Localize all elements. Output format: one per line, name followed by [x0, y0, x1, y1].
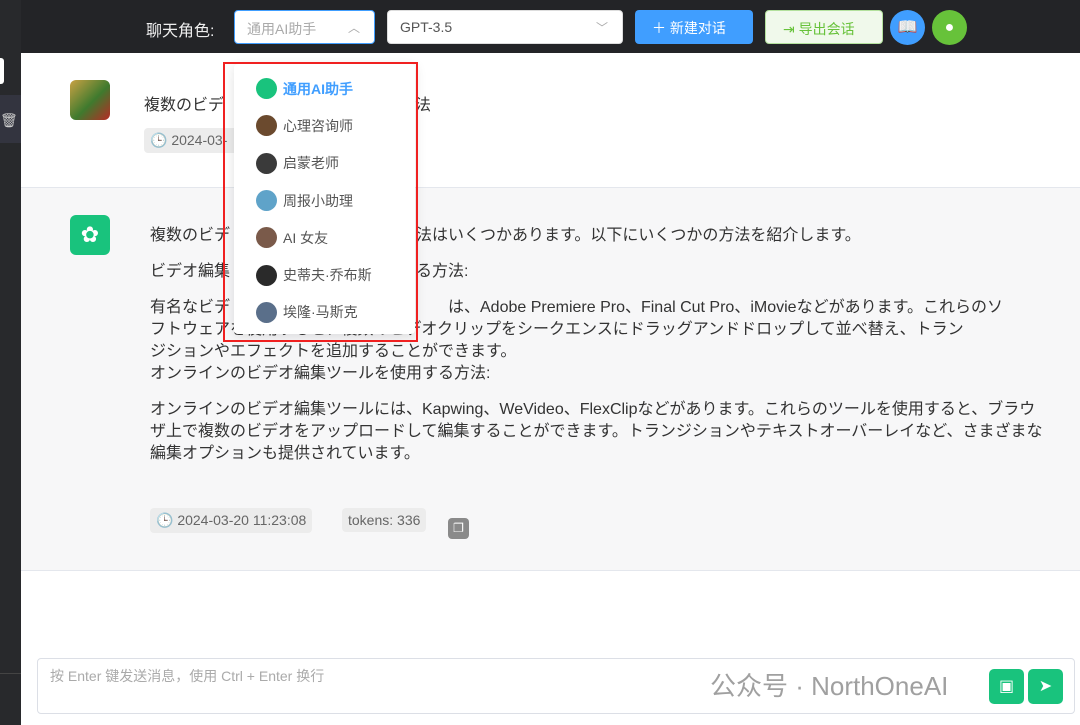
role-select-value: 通用AI助手 [247, 21, 317, 37]
image-upload-button[interactable]: ▣ [989, 669, 1024, 704]
trash-icon[interactable]: 🗑 [0, 112, 18, 129]
export-label: 导出会话 [798, 21, 855, 37]
text: オンラインのビデオ編集ツールを使用する方法: [150, 365, 491, 382]
role-select[interactable]: 通用AI助手 ︿ [234, 10, 375, 44]
time-text: 2024-03-20 11:23:08 [177, 512, 307, 528]
user-message: 複数のビデ 法 🕒 2024-03- [21, 53, 1080, 188]
model-select-value: GPT-3.5 [400, 19, 453, 35]
export-chat-button[interactable]: ⇥ 导出会话 [765, 10, 883, 44]
new-chat-button[interactable]: ＋ 新建对话 [635, 10, 753, 44]
sidebar: 🗑 [0, 0, 21, 725]
highlight-box [223, 62, 418, 342]
text: る方法: [416, 263, 469, 280]
text: ジションやエフェクトを追加することができます。 [150, 343, 517, 360]
send-button[interactable]: ➤ [1028, 669, 1063, 704]
watermark: 公众号 · NorthOneAI [710, 671, 949, 701]
docs-book-icon[interactable]: 📖 [890, 10, 925, 45]
role-label: 聊天角色: [146, 23, 215, 40]
text: 有名なビデ [150, 299, 231, 316]
divider [0, 673, 21, 674]
time-text: 2024-03- [171, 132, 228, 148]
export-icon: ⇥ [783, 21, 799, 37]
github-icon[interactable]: ● [932, 10, 967, 45]
text: 法はいくつかあります。以下にいくつかの方法を紹介します。 [416, 227, 861, 244]
token-count: tokens: 336 [342, 508, 427, 532]
chatgpt-logo-icon: ✿ [70, 215, 110, 255]
reply-time: 🕒 2024-03-20 11:23:08 [150, 508, 313, 533]
chevron-up-icon: ︿ [347, 21, 360, 35]
user-avatar [70, 80, 110, 120]
text: オンラインのビデオ編集ツールには、Kapwing、WeVideo、FlexCli… [150, 401, 1043, 462]
chat-area: 複数のビデ 法 🕒 2024-03- ✿ 複数のビデ法はいくつかあります。以下に… [21, 53, 1080, 725]
chevron-down-icon: ﹀ [595, 21, 608, 35]
model-select[interactable]: GPT-3.5 ﹀ [387, 10, 623, 44]
copy-icon[interactable]: ❐ [448, 518, 469, 539]
text: 複数のビデ [150, 227, 231, 244]
sidebar-handle[interactable] [0, 58, 4, 84]
text: ビデオ編集 [150, 263, 231, 280]
user-message-text: 複数のビデ [144, 97, 225, 114]
assistant-message: ✿ 複数のビデ 法はいくつかあります。以下にいくつかの方法を紹介します。 ビデオ編… [21, 188, 1080, 571]
text: は、Adobe Premiere Pro、Final Cut Pro、iMovi… [448, 299, 1003, 316]
